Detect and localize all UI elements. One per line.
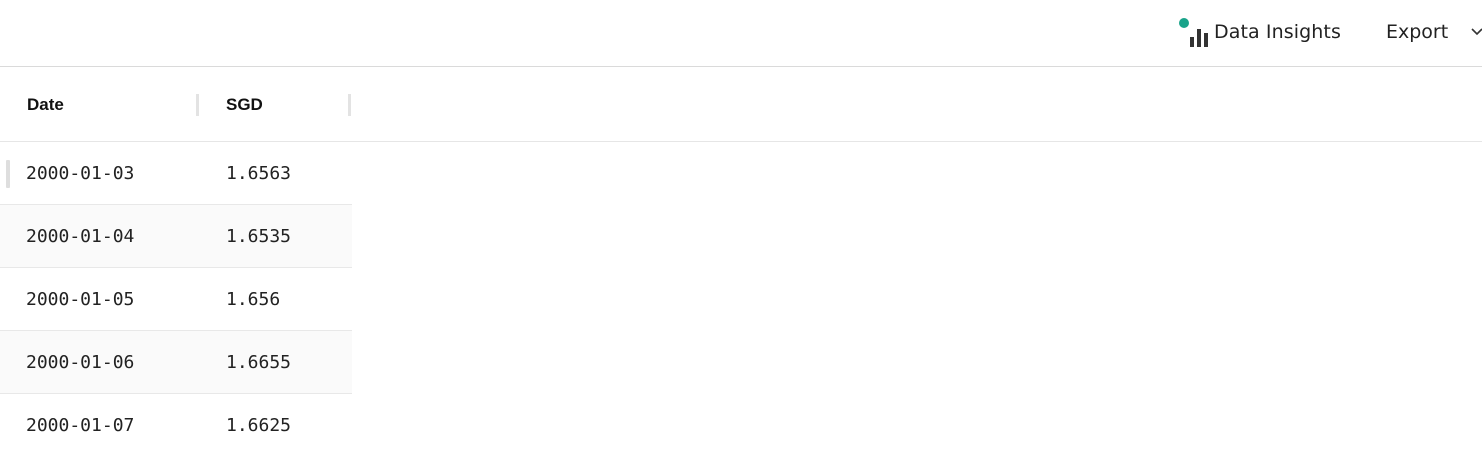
cell-sgd[interactable]: 1.6625 bbox=[226, 394, 291, 456]
cell-sgd[interactable]: 1.6535 bbox=[226, 205, 291, 267]
bar-chart-icon bbox=[1178, 17, 1214, 47]
cell-date[interactable]: 2000-01-04 bbox=[26, 205, 134, 267]
export-label: Export bbox=[1386, 21, 1449, 43]
cell-date[interactable]: 2000-01-07 bbox=[26, 394, 134, 456]
grid-header: Date SGD bbox=[0, 68, 1482, 142]
data-insights-button[interactable]: Data Insights bbox=[1178, 12, 1341, 52]
table-row[interactable]: 2000-01-06 1.6655 bbox=[0, 331, 352, 394]
cell-date[interactable]: 2000-01-03 bbox=[26, 142, 134, 204]
column-header-date[interactable]: Date bbox=[27, 68, 64, 141]
column-header-sgd[interactable]: SGD bbox=[226, 68, 263, 141]
cell-date[interactable]: 2000-01-05 bbox=[26, 268, 134, 330]
chevron-down-icon bbox=[1471, 28, 1482, 36]
export-dropdown[interactable]: Export bbox=[1386, 12, 1482, 52]
table-row[interactable]: 2000-01-05 1.656 bbox=[0, 268, 352, 331]
column-resize-handle[interactable] bbox=[196, 94, 199, 116]
data-grid: Date SGD 2000-01-03 1.6563 2000-01-04 1.… bbox=[0, 68, 1482, 457]
table-row[interactable]: 2000-01-04 1.6535 bbox=[0, 205, 352, 268]
cell-sgd[interactable]: 1.6655 bbox=[226, 331, 291, 393]
table-row[interactable]: 2000-01-07 1.6625 bbox=[0, 394, 352, 457]
status-dot bbox=[1179, 18, 1189, 28]
data-insights-label: Data Insights bbox=[1214, 21, 1341, 43]
toolbar: Data Insights Export bbox=[0, 0, 1482, 67]
table-row[interactable]: 2000-01-03 1.6563 bbox=[0, 142, 352, 205]
cell-sgd[interactable]: 1.6563 bbox=[226, 142, 291, 204]
cell-date[interactable]: 2000-01-06 bbox=[26, 331, 134, 393]
cell-sgd[interactable]: 1.656 bbox=[226, 268, 280, 330]
column-resize-handle[interactable] bbox=[348, 94, 351, 116]
row-selection-marker bbox=[6, 160, 10, 188]
